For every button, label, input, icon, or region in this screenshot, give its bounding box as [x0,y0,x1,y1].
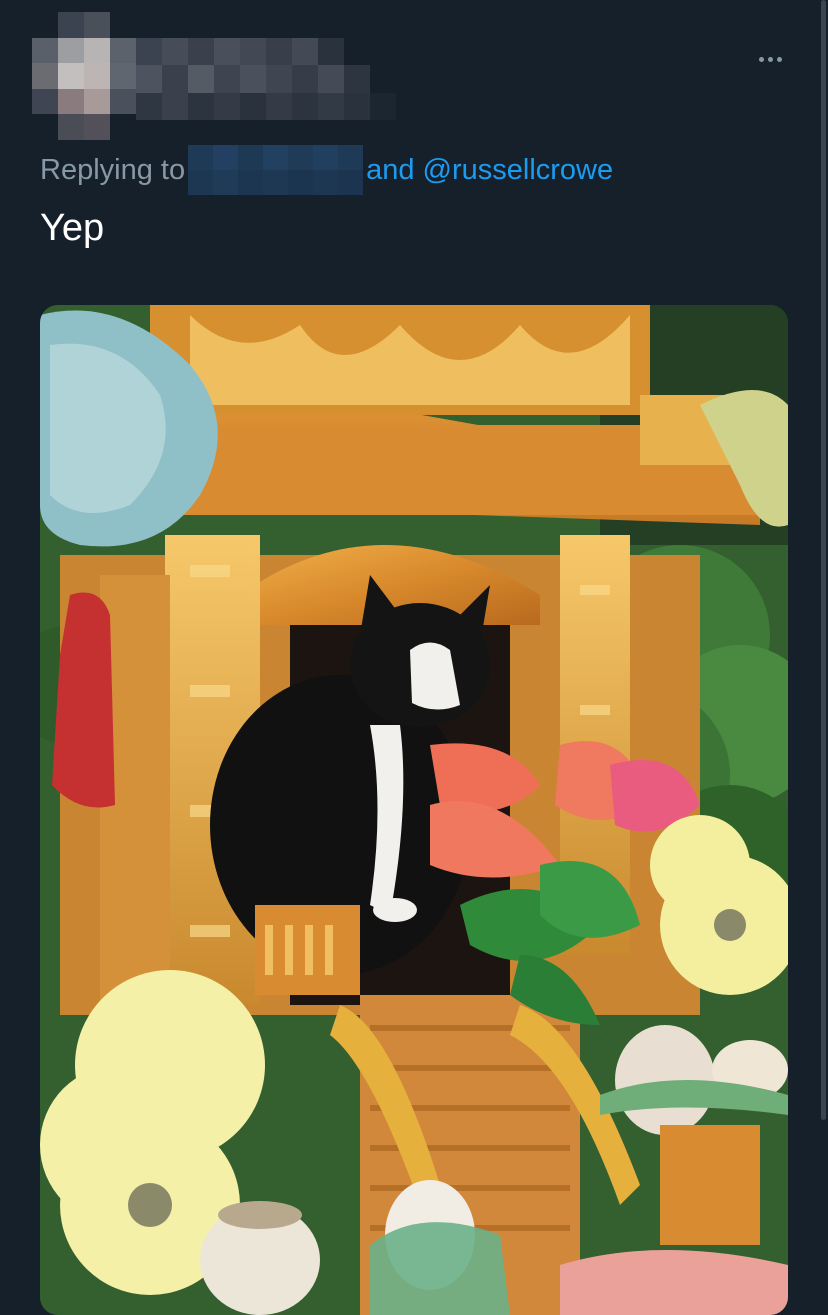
scrollbar[interactable] [821,0,826,1120]
tweet-photo[interactable] [40,305,788,1315]
tweet-text: Yep [40,207,105,249]
reply-mention-link[interactable]: and @russellcrowe [366,154,613,187]
replying-to-label: Replying to [40,153,186,186]
more-options-button[interactable] [748,44,792,74]
avatar-pixelated[interactable] [32,12,136,140]
username-pixelated[interactable] [136,38,396,120]
reply-handle-pixelated[interactable] [188,145,364,195]
reply-context: Replying to and @russellcrowe [40,145,613,195]
more-dot [767,56,773,62]
photo-illustration [40,305,788,1315]
tweet-header [0,0,828,150]
more-horizontal-icon [758,56,764,62]
more-dot [776,56,782,62]
